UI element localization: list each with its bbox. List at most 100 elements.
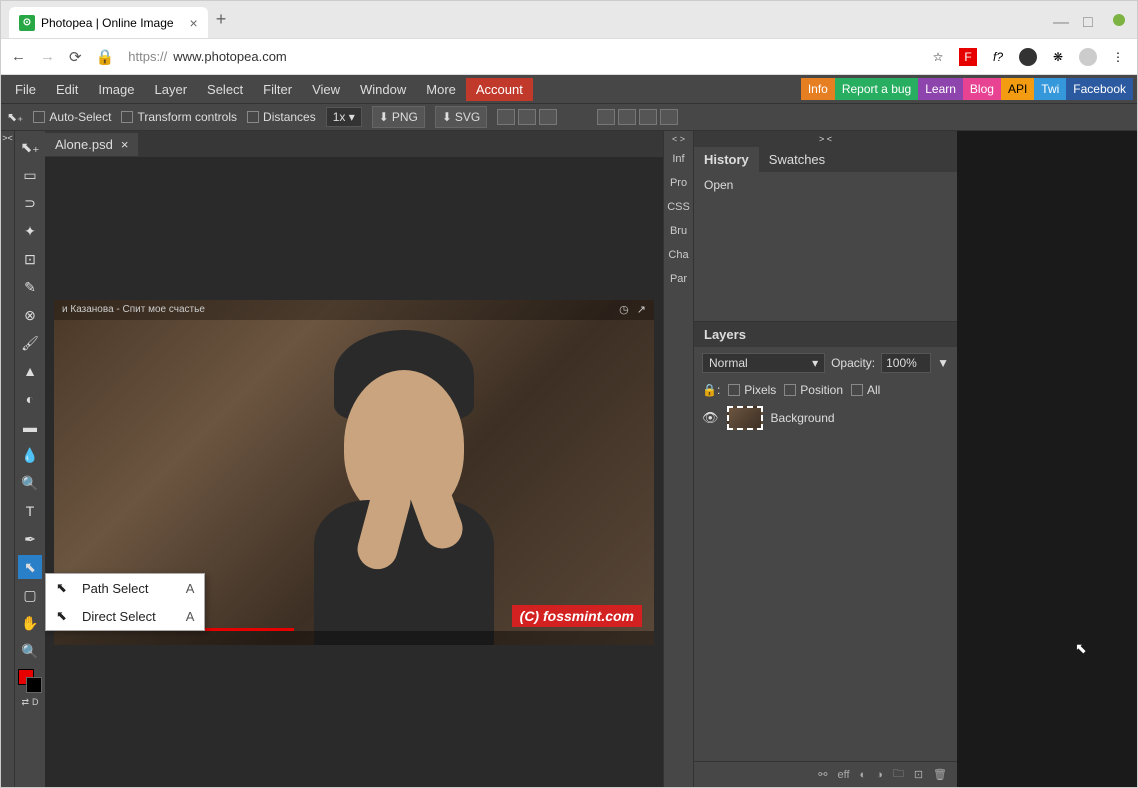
ext-gear-icon[interactable]: ❋ [1049,48,1067,66]
menu-account[interactable]: Account [466,78,533,101]
opacity-input[interactable]: 100% [881,353,931,373]
badge-twitter[interactable]: Twi [1034,78,1066,100]
window-close-icon[interactable] [1113,14,1125,26]
video-clock-icon[interactable]: ◷ [619,303,629,316]
layer-row[interactable]: 👁 Background [694,401,957,435]
midtab-character[interactable]: Cha [664,243,693,267]
badge-facebook[interactable]: Facebook [1066,78,1133,100]
layer-thumbnail[interactable] [727,406,763,430]
ext-circle-icon[interactable] [1019,48,1037,66]
nav-reload-icon[interactable]: ⟳ [69,48,82,66]
heal-tool-icon[interactable]: ⊗ [18,303,42,327]
menu-layer[interactable]: Layer [145,78,198,101]
align-left-icon[interactable] [497,109,515,125]
export-svg-button[interactable]: ⬇ SVG [435,106,487,128]
pen-tool-icon[interactable]: ✒ [18,527,42,551]
collapse-strip[interactable]: >< [1,131,15,787]
layer-mask-icon[interactable]: ◐ [860,769,867,781]
menu-more[interactable]: More [416,78,466,101]
menu-window[interactable]: Window [350,78,416,101]
midtab-properties[interactable]: Pro [664,171,693,195]
badge-blog[interactable]: Blog [963,78,1001,100]
eyedropper-tool-icon[interactable]: ✎ [18,275,42,299]
rpanel-expand-icon[interactable]: > < [694,131,957,147]
badge-bug[interactable]: Report a bug [835,78,918,100]
midtab-brush[interactable]: Bru [664,219,693,243]
canvas[interactable]: и Казанова - Спит мое счастье ◷ ↗ [45,157,663,787]
type-tool-icon[interactable]: T [18,499,42,523]
url-field[interactable]: https://www.photopea.com [128,49,915,64]
mid-expand-icon[interactable]: < > [664,131,693,147]
midtab-paragraph[interactable]: Par [664,267,693,291]
path-select-tool-icon[interactable]: ⬉ [18,555,42,579]
tab-history[interactable]: History [694,147,759,172]
profile-avatar-icon[interactable] [1079,48,1097,66]
adjustment-layer-icon[interactable]: ◑ [876,769,883,781]
dist-1-icon[interactable] [597,109,615,125]
blur-tool-icon[interactable]: 💧 [18,443,42,467]
menu-filter[interactable]: Filter [253,78,302,101]
gradient-tool-icon[interactable]: ▬ [18,415,42,439]
tab-swatches[interactable]: Swatches [759,147,835,172]
marquee-tool-icon[interactable]: ▭ [18,163,42,187]
doc-tab-close-icon[interactable]: × [121,137,129,152]
shape-tool-icon[interactable]: ▢ [18,583,42,607]
dist-4-icon[interactable] [660,109,678,125]
move-tool-icon[interactable]: ⬉₊ [18,135,42,159]
menu-image[interactable]: Image [88,78,144,101]
badge-api[interactable]: API [1001,78,1034,100]
dodge-tool-icon[interactable]: 🔍 [18,471,42,495]
lock-all[interactable]: All [851,383,880,397]
eraser-tool-icon[interactable]: ◐ [18,387,42,411]
badge-info[interactable]: Info [801,78,835,100]
star-icon[interactable]: ☆ [929,48,947,66]
dist-2-icon[interactable] [618,109,636,125]
lock-pixels[interactable]: Pixels [728,383,776,397]
layer-folder-icon[interactable]: 🗀 [893,765,904,784]
zoom-tool-icon[interactable]: 🔍 [18,639,42,663]
new-layer-icon[interactable]: ⊡ [914,768,923,781]
window-minimize-icon[interactable]: — [1053,14,1065,26]
align-center-icon[interactable] [518,109,536,125]
stamp-tool-icon[interactable]: ▲ [18,359,42,383]
document-tab[interactable]: Alone.psd × [45,133,138,156]
tab-close-icon[interactable]: × [190,15,198,31]
browser-menu-icon[interactable]: ⋮ [1109,48,1127,66]
layer-visibility-icon[interactable]: 👁 [702,410,719,426]
new-tab-button[interactable]: + [216,9,227,30]
color-swatch[interactable] [18,669,42,693]
flyout-path-select[interactable]: ⬉ Path Select A [46,574,204,602]
crop-tool-icon[interactable]: ⊡ [18,247,42,271]
video-share-icon[interactable]: ↗ [637,303,646,316]
wand-tool-icon[interactable]: ✦ [18,219,42,243]
dist-3-icon[interactable] [639,109,657,125]
lock-position[interactable]: Position [784,383,843,397]
brush-tool-icon[interactable]: 🖌 [18,331,42,355]
flyout-direct-select[interactable]: ⬉ Direct Select A [46,602,204,630]
menu-view[interactable]: View [302,78,350,101]
browser-tab[interactable]: ⊙ Photopea | Online Image × [9,7,208,38]
nav-back-icon[interactable]: ← [11,48,26,65]
history-entry[interactable]: Open [704,178,947,192]
blend-mode-select[interactable]: Normal▾ [702,353,825,373]
background-color[interactable] [26,677,42,693]
menu-select[interactable]: Select [197,78,253,101]
layer-name[interactable]: Background [771,411,835,425]
menu-edit[interactable]: Edit [46,78,88,101]
opt-distances[interactable]: Distances [247,110,316,124]
opt-transform[interactable]: Transform controls [121,110,237,124]
layer-effects-button[interactable]: eff [837,769,849,781]
opacity-dropdown-icon[interactable]: ▼ [937,356,949,370]
zoom-select[interactable]: 1x ▾ [326,107,362,127]
link-layers-icon[interactable]: ⚯ [818,768,827,781]
midtab-css[interactable]: CSS [664,195,693,219]
menu-file[interactable]: File [5,78,46,101]
opt-auto-select[interactable]: Auto-Select [33,110,111,124]
ext-f-icon[interactable]: f? [989,48,1007,66]
lasso-tool-icon[interactable]: ⊃ [18,191,42,215]
ext-flipboard-icon[interactable]: F [959,48,977,66]
hand-tool-icon[interactable]: ✋ [18,611,42,635]
badge-learn[interactable]: Learn [918,78,963,100]
align-right-icon[interactable] [539,109,557,125]
delete-layer-icon[interactable]: 🗑 [933,768,947,781]
